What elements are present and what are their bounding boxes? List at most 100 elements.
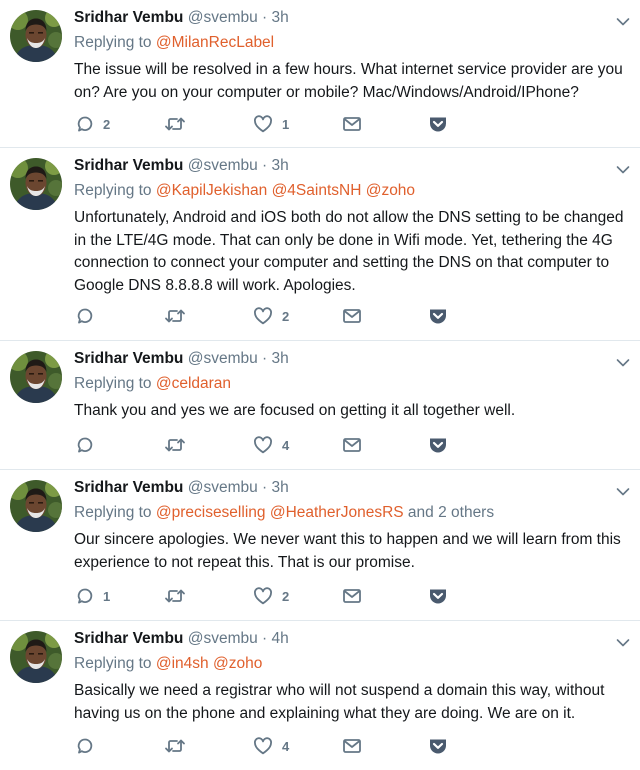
retweet-button[interactable] [164,585,195,607]
tweet-header: Sridhar Vembu @svembu · 4h [74,629,289,649]
direct-message-button[interactable] [342,305,362,327]
timestamp[interactable]: 4h [272,630,289,647]
reply-count: 1 [103,588,111,604]
reply-button[interactable] [76,434,103,456]
author-name[interactable]: Sridhar Vembu [74,630,183,647]
author-name[interactable]: Sridhar Vembu [74,157,183,174]
mention-link[interactable]: @zoho [213,655,262,672]
tweet-feed: Sridhar Vembu @svembu · 3h Replying to @… [0,0,640,770]
timestamp[interactable]: 3h [272,479,289,496]
envelope-icon [342,738,362,754]
envelope-icon [342,308,362,324]
chevron-down-icon[interactable] [616,484,630,496]
reply-icon [76,737,94,755]
save-to-pocket-button[interactable] [428,585,448,607]
mention-link[interactable]: @HeatherJonesRS [270,504,404,521]
like-button[interactable]: 1 [253,113,289,135]
direct-message-button[interactable] [342,585,362,607]
mention-link[interactable]: @MilanRecLabel [156,34,274,51]
retweet-button[interactable] [164,305,195,327]
direct-message-button[interactable] [342,113,362,135]
mention-link[interactable]: @zoho [366,182,415,199]
mention-link[interactable]: @preciseselling [156,504,266,521]
retweet-icon [164,115,186,133]
like-count: 4 [282,738,290,754]
envelope-icon [342,437,362,453]
separator-dot: · [262,9,268,26]
chevron-down-icon[interactable] [616,635,630,647]
tweet-header: Sridhar Vembu @svembu · 3h [74,156,289,176]
save-to-pocket-button[interactable] [428,113,448,135]
save-to-pocket-button[interactable] [428,305,448,327]
reply-button[interactable] [76,305,103,327]
replying-to-line: Replying to @MilanRecLabel [74,33,274,53]
retweet-icon [164,436,186,454]
save-to-pocket-button[interactable] [428,735,448,757]
like-button[interactable]: 4 [253,434,289,456]
heart-icon [253,737,273,755]
tweet[interactable]: Sridhar Vembu @svembu · 4h Replying to @… [0,621,640,770]
replying-to-label: Replying to [74,375,152,392]
timestamp[interactable]: 3h [272,9,289,26]
reply-button[interactable] [76,735,103,757]
others-link[interactable]: and 2 others [408,504,494,521]
avatar[interactable] [10,158,62,210]
tweet[interactable]: Sridhar Vembu @svembu · 3h Replying to @… [0,341,640,470]
author-name[interactable]: Sridhar Vembu [74,479,183,496]
chevron-down-icon[interactable] [616,14,630,26]
mention-link[interactable]: @in4sh [156,655,209,672]
author-handle[interactable]: @svembu [188,630,258,647]
separator-dot: · [262,350,268,367]
mention-link[interactable]: @KapilJekishan [156,182,267,199]
mention-link[interactable]: @4SaintsNH [272,182,362,199]
like-count: 4 [282,437,290,453]
author-name[interactable]: Sridhar Vembu [74,9,183,26]
timestamp[interactable]: 3h [272,350,289,367]
tweet-text: Basically we need a registrar who will n… [74,682,605,722]
reply-button[interactable]: 2 [76,113,110,135]
envelope-icon [342,116,362,132]
retweet-button[interactable] [164,735,195,757]
tweet[interactable]: Sridhar Vembu @svembu · 3h Replying to @… [0,470,640,621]
mention-link[interactable]: @celdaran [156,375,231,392]
author-handle[interactable]: @svembu [188,350,258,367]
reply-icon [76,587,94,605]
tweet-actions: 4 [0,735,640,757]
author-handle[interactable]: @svembu [188,9,258,26]
separator-dot: · [262,157,268,174]
tweet-header: Sridhar Vembu @svembu · 3h [74,8,289,28]
retweet-button[interactable] [164,113,195,135]
tweet-text: Unfortunately, Android and iOS both do n… [74,209,624,294]
author-handle[interactable]: @svembu [188,479,258,496]
separator-dot: · [262,630,268,647]
replying-to-line: Replying to @KapilJekishan @4SaintsNH @z… [74,181,415,201]
retweet-button[interactable] [164,434,195,456]
timestamp[interactable]: 3h [272,157,289,174]
heart-icon [253,115,273,133]
author-handle[interactable]: @svembu [188,157,258,174]
direct-message-button[interactable] [342,735,362,757]
replying-to-label: Replying to [74,504,152,521]
tweet-header: Sridhar Vembu @svembu · 3h [74,349,289,369]
tweet-actions: 2 [0,305,640,327]
avatar[interactable] [10,480,62,532]
like-button[interactable]: 2 [253,585,289,607]
like-button[interactable]: 2 [253,305,289,327]
chevron-down-icon[interactable] [616,355,630,367]
like-button[interactable]: 4 [253,735,289,757]
reply-button[interactable]: 1 [76,585,110,607]
tweet[interactable]: Sridhar Vembu @svembu · 3h Replying to @… [0,148,640,341]
save-to-pocket-button[interactable] [428,434,448,456]
author-name[interactable]: Sridhar Vembu [74,350,183,367]
chevron-down-icon[interactable] [616,162,630,174]
pocket-icon [428,307,448,325]
avatar[interactable] [10,631,62,683]
heart-icon [253,436,273,454]
reply-icon [76,307,94,325]
tweet-text: Thank you and yes we are focused on gett… [74,402,516,419]
avatar[interactable] [10,10,62,62]
tweet[interactable]: Sridhar Vembu @svembu · 3h Replying to @… [0,0,640,148]
avatar[interactable] [10,351,62,403]
direct-message-button[interactable] [342,434,362,456]
pocket-icon [428,737,448,755]
